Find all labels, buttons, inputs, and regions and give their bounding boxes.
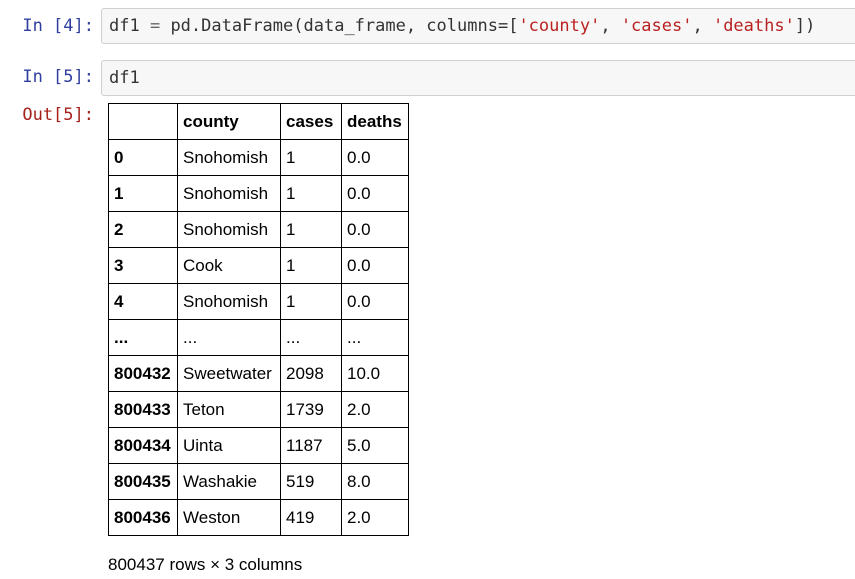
- county-cell: Washakie: [177, 463, 281, 500]
- deaths-cell: 0.0: [341, 139, 409, 176]
- table-row: 1 Snohomish 1 0.0: [108, 175, 409, 212]
- table-row: 800433 Teton 1739 2.0: [108, 391, 409, 428]
- index-header: [108, 103, 178, 140]
- deaths-cell: 5.0: [341, 427, 409, 464]
- input-prompt: In [4]:: [22, 16, 94, 36]
- table-row: 800435 Washakie 519 8.0: [108, 463, 409, 500]
- deaths-cell: 0.0: [341, 211, 409, 248]
- index-cell: ...: [108, 319, 178, 356]
- dataframe-table: county cases deaths 0 Snohomish 1 0.0 1 Snoho…: [108, 103, 409, 536]
- code-token: 'deaths': [712, 16, 795, 36]
- code-token: 'cases': [620, 16, 693, 36]
- column-header-cases: cases: [280, 103, 342, 140]
- cases-cell: 1: [280, 211, 342, 248]
- deaths-cell: 8.0: [341, 463, 409, 500]
- cases-cell: 419: [280, 499, 342, 536]
- output-prompt: Out[5]:: [22, 105, 94, 125]
- code-token: df1: [109, 68, 140, 88]
- county-cell: Snohomish: [177, 139, 281, 176]
- cases-cell: 1739: [280, 391, 342, 428]
- deaths-cell: 10.0: [341, 355, 409, 392]
- county-cell: ...: [177, 319, 281, 356]
- code-cell-editor[interactable]: df1: [101, 60, 855, 96]
- county-cell: Snohomish: [177, 283, 281, 320]
- code-cell-editor[interactable]: df1 = pd.DataFrame(data_frame, columns=[…: [101, 8, 855, 44]
- code-token: ,: [692, 16, 713, 36]
- index-cell: 800435: [108, 463, 178, 500]
- county-cell: Cook: [177, 247, 281, 284]
- table-row: 0 Snohomish 1 0.0: [108, 139, 409, 176]
- index-cell: 800436: [108, 499, 178, 536]
- index-cell: 800434: [108, 427, 178, 464]
- header-row: county cases deaths: [108, 103, 409, 140]
- cases-cell: 1187: [280, 427, 342, 464]
- column-header-deaths: deaths: [341, 103, 409, 140]
- index-cell: 3: [108, 247, 178, 284]
- deaths-cell: ...: [341, 319, 409, 356]
- table-body: 0 Snohomish 1 0.0 1 Snohomish 1 0.0 2 Snohomish 1 0…: [108, 139, 409, 536]
- index-cell: 2: [108, 211, 178, 248]
- county-cell: Snohomish: [177, 211, 281, 248]
- cases-cell: ...: [280, 319, 342, 356]
- table-row: 4 Snohomish 1 0.0: [108, 283, 409, 320]
- cases-cell: 1: [280, 247, 342, 284]
- table-header: county cases deaths: [108, 103, 409, 140]
- index-cell: 800433: [108, 391, 178, 428]
- code-token: df1: [109, 16, 150, 36]
- table-row: 2 Snohomish 1 0.0: [108, 211, 409, 248]
- code-token: ,: [600, 16, 621, 36]
- index-cell: 0: [108, 139, 178, 176]
- deaths-cell: 0.0: [341, 175, 409, 212]
- table-row: ............: [108, 319, 409, 356]
- index-cell: 1: [108, 175, 178, 212]
- input-prompt: In [5]:: [22, 67, 94, 87]
- code-token: 'county': [518, 16, 601, 36]
- county-cell: Sweetwater: [177, 355, 281, 392]
- county-cell: Uinta: [177, 427, 281, 464]
- index-cell: 4: [108, 283, 178, 320]
- table-row: 800436 Weston 419 2.0: [108, 499, 409, 536]
- deaths-cell: 0.0: [341, 283, 409, 320]
- cases-cell: 2098: [280, 355, 342, 392]
- index-cell: 800432: [108, 355, 178, 392]
- code-token: =: [149, 16, 161, 36]
- table-row: 800434 Uinta 1187 5.0: [108, 427, 409, 464]
- code-token: pd.DataFrame(data_frame, columns=[: [160, 16, 519, 36]
- deaths-cell: 2.0: [341, 391, 409, 428]
- dataframe-shape-note: 800437 rows × 3 columns: [108, 555, 303, 574]
- county-cell: Weston: [177, 499, 281, 536]
- code-token: ]): [794, 16, 816, 36]
- cases-cell: 1: [280, 175, 342, 212]
- table-row: 800432 Sweetwater 2098 10.0: [108, 355, 409, 392]
- cases-cell: 1: [280, 139, 342, 176]
- county-cell: Snohomish: [177, 175, 281, 212]
- deaths-cell: 2.0: [341, 499, 409, 536]
- deaths-cell: 0.0: [341, 247, 409, 284]
- cases-cell: 519: [280, 463, 342, 500]
- column-header-county: county: [177, 103, 281, 140]
- table-row: 3 Cook 1 0.0: [108, 247, 409, 284]
- cases-cell: 1: [280, 283, 342, 320]
- county-cell: Teton: [177, 391, 281, 428]
